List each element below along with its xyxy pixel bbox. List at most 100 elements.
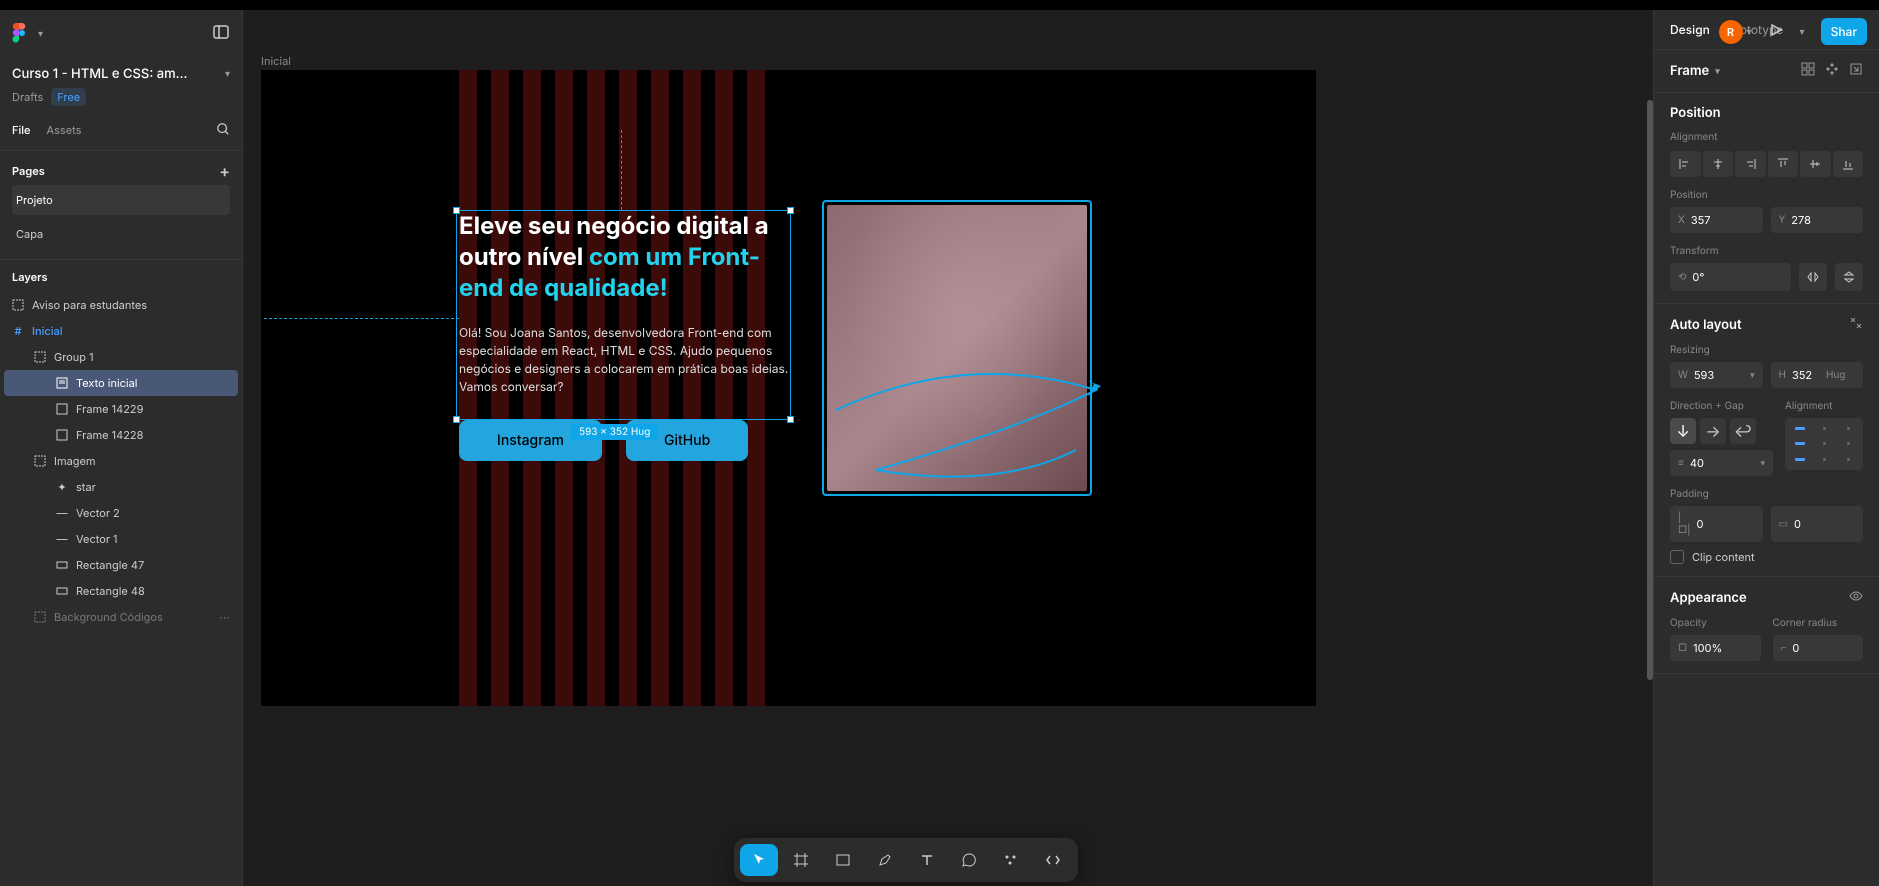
opacity-input[interactable]: ▢: [1670, 635, 1761, 661]
direction-vertical-button[interactable]: ↓: [1670, 418, 1696, 444]
star-icon: ✦: [56, 481, 68, 493]
alignment-grid[interactable]: [1785, 418, 1863, 470]
vector-icon: —: [56, 533, 68, 545]
chevron-down-icon[interactable]: ▾: [1800, 26, 1805, 38]
y-position-input[interactable]: Y: [1771, 207, 1864, 233]
canvas[interactable]: Inicial Eleve seu negócio digital a outr…: [243, 10, 1568, 886]
position-title: Position: [1670, 105, 1721, 121]
direction-wrap-button[interactable]: ↩: [1730, 418, 1756, 444]
x-position-input[interactable]: X: [1670, 207, 1763, 233]
rectangle-tool[interactable]: [824, 844, 862, 876]
file-title[interactable]: Curso 1 - HTML e CSS: am...: [12, 66, 187, 82]
panel-toggle-icon[interactable]: [212, 23, 230, 45]
figma-logo-icon[interactable]: [12, 23, 30, 45]
layer-item[interactable]: Frame 14229: [0, 396, 242, 422]
height-input[interactable]: HHug: [1771, 362, 1864, 388]
resize-handle[interactable]: [453, 416, 460, 423]
flip-h-button[interactable]: [1799, 263, 1827, 291]
align-bottom-button[interactable]: [1833, 151, 1864, 177]
artboard[interactable]: Eleve seu negócio digital a outro nível …: [261, 70, 1316, 706]
padding-v-input[interactable]: ▭: [1771, 506, 1864, 542]
actions-tool[interactable]: [992, 844, 1030, 876]
opacity-label: Opacity: [1670, 617, 1761, 629]
avatar[interactable]: R: [1719, 20, 1743, 44]
layer-item[interactable]: — Vector 1: [0, 526, 242, 552]
scrollbar[interactable]: [1647, 100, 1653, 720]
clip-content-label: Clip content: [1692, 550, 1755, 564]
layer-item[interactable]: Background Códigos ⋯: [0, 604, 242, 630]
clip-content-checkbox[interactable]: [1670, 550, 1684, 564]
share-button[interactable]: Shar: [1821, 18, 1867, 45]
text-tool[interactable]: [908, 844, 946, 876]
chevron-down-icon[interactable]: ▾: [38, 28, 43, 40]
corner-radius-input[interactable]: ⌐: [1773, 635, 1864, 661]
layers-header: Layers: [0, 270, 242, 292]
tab-assets[interactable]: Assets: [47, 123, 82, 137]
tab-design[interactable]: Design: [1670, 22, 1710, 37]
align-top-button[interactable]: [1768, 151, 1799, 177]
text-frame-icon: [56, 377, 68, 389]
align-vcenter-button[interactable]: [1800, 151, 1831, 177]
direction-horizontal-button[interactable]: →: [1700, 418, 1726, 444]
resize-handle[interactable]: [453, 207, 460, 214]
layer-item[interactable]: Group 1: [0, 344, 242, 370]
align-hcenter-button[interactable]: [1703, 151, 1734, 177]
hidden-icon[interactable]: ⋯: [219, 610, 230, 624]
alignment-label-2: Alignment: [1785, 400, 1863, 412]
alignment-label: Alignment: [1670, 131, 1863, 143]
dimensions-label: 593 × 352 Hug: [571, 424, 658, 440]
align-left-button[interactable]: [1670, 151, 1701, 177]
align-right-button[interactable]: [1735, 151, 1766, 177]
layer-item[interactable]: # Inicial: [0, 318, 242, 344]
chevron-down-icon[interactable]: ▾: [1747, 26, 1752, 38]
gap-input[interactable]: ≡▾: [1670, 450, 1773, 476]
visibility-icon[interactable]: [1849, 589, 1863, 607]
appearance-title: Appearance: [1670, 590, 1747, 606]
padding-label: Padding: [1670, 488, 1863, 500]
add-page-icon[interactable]: +: [219, 161, 230, 181]
frame-label[interactable]: Inicial: [261, 54, 291, 68]
direction-gap-label: Direction + Gap: [1670, 400, 1773, 412]
portrait-image[interactable]: [822, 200, 1092, 496]
play-icon[interactable]: [1768, 22, 1784, 42]
layer-item[interactable]: Frame 14228: [0, 422, 242, 448]
bottom-toolbar: [734, 838, 1078, 882]
padding-h-input[interactable]: |□|: [1670, 506, 1763, 542]
layer-item[interactable]: ✦ star: [0, 474, 242, 500]
rotation-input[interactable]: ⟲: [1670, 263, 1791, 291]
width-input[interactable]: W▾: [1670, 362, 1763, 388]
frame-tool[interactable]: [782, 844, 820, 876]
frame-icon: [12, 299, 24, 311]
free-badge[interactable]: Free: [51, 88, 86, 106]
page-item-projeto[interactable]: Projeto: [12, 185, 230, 215]
resize-handle[interactable]: [787, 207, 794, 214]
layer-item[interactable]: Imagem: [0, 448, 242, 474]
rect-icon: [56, 559, 68, 571]
top-right-controls: R ▾ ▾ Shar: [1719, 18, 1868, 45]
grid-icon[interactable]: [1801, 62, 1815, 80]
layer-item-selected[interactable]: Texto inicial: [4, 370, 238, 396]
layer-item[interactable]: — Vector 2: [0, 500, 242, 526]
page-item-capa[interactable]: Capa: [12, 219, 230, 249]
right-sidebar: Design Prototype 53% Frame ▾ Position Al…: [1653, 10, 1879, 886]
drafts-label[interactable]: Drafts: [12, 90, 43, 104]
resize-handle[interactable]: [787, 416, 794, 423]
move-tool[interactable]: [740, 844, 778, 876]
layer-item[interactable]: Rectangle 47: [0, 552, 242, 578]
frame-solid-icon: [56, 403, 68, 415]
component-icon[interactable]: [1825, 62, 1839, 80]
layer-item[interactable]: Rectangle 48: [0, 578, 242, 604]
resize-icon[interactable]: [1849, 62, 1863, 80]
tab-file[interactable]: File: [12, 123, 31, 137]
search-icon[interactable]: [216, 120, 230, 140]
layer-item[interactable]: Aviso para estudantes: [0, 292, 242, 318]
comment-tool[interactable]: [950, 844, 988, 876]
autolayout-settings-icon[interactable]: [1849, 316, 1863, 334]
group-icon: [34, 351, 46, 363]
pen-tool[interactable]: [866, 844, 904, 876]
chevron-down-icon[interactable]: ▾: [225, 68, 230, 80]
chevron-down-icon[interactable]: ▾: [1715, 66, 1720, 77]
flip-v-button[interactable]: [1835, 263, 1863, 291]
dev-mode-tool[interactable]: [1034, 844, 1072, 876]
selection-box[interactable]: [456, 210, 791, 420]
